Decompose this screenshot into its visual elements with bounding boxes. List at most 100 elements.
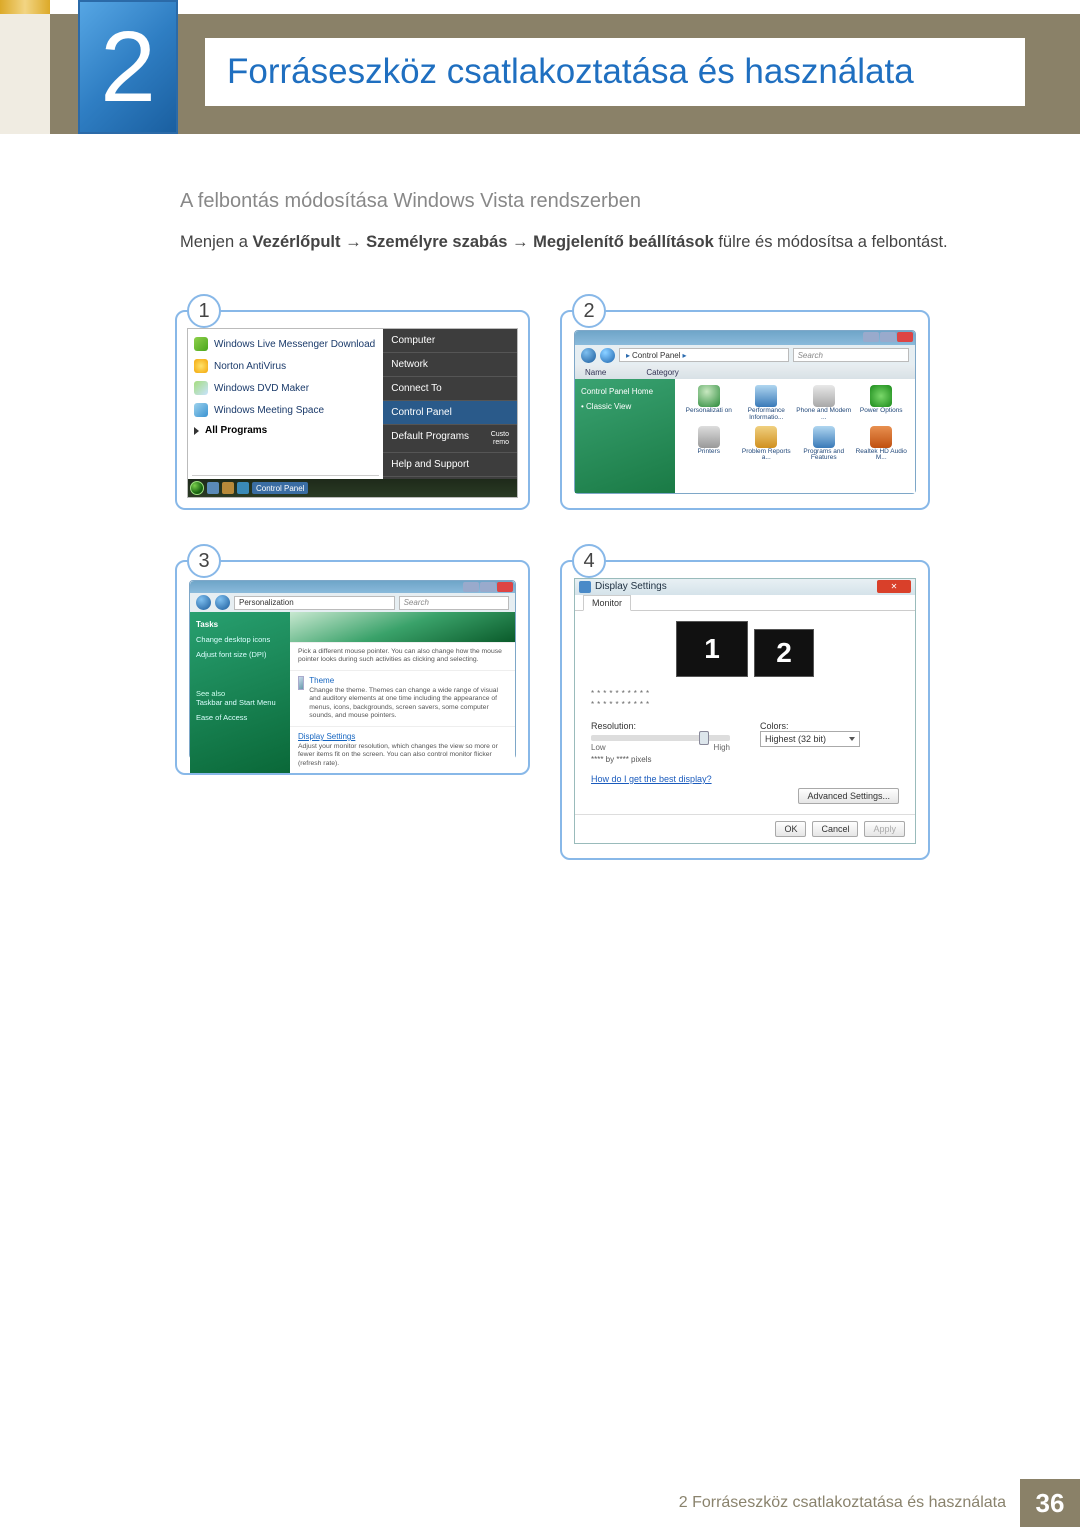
start-item-norton[interactable]: Norton AntiVirus [192, 355, 379, 377]
cancel-button[interactable]: Cancel [812, 821, 858, 837]
cp-item-power[interactable]: Power Options [854, 385, 910, 422]
nav-forward-icon[interactable] [600, 348, 615, 363]
programs-features-icon [813, 426, 835, 448]
link-ease-of-access[interactable]: Ease of Access [196, 713, 284, 722]
dialog-actions: OK Cancel Apply [575, 814, 915, 843]
instr-bold-2: Személyre szabás [366, 233, 507, 251]
start-item-meeting[interactable]: Windows Meeting Space [192, 399, 379, 421]
search-input[interactable]: Search [793, 348, 909, 362]
section-theme[interactable]: Theme Change the theme. Themes can chang… [290, 670, 515, 726]
start-menu-left: Windows Live Messenger Download Norton A… [188, 329, 383, 497]
nav-back-icon[interactable] [581, 348, 596, 363]
section-subheading: A felbontás módosítása Windows Vista ren… [180, 190, 1000, 213]
start-right-default-programs[interactable]: Default Programs Custo remo [383, 425, 517, 453]
minimize-button[interactable] [863, 332, 879, 342]
maximize-button[interactable] [880, 332, 896, 342]
breadcrumb-cp: Control Panel [632, 351, 680, 360]
tab-monitor[interactable]: Monitor [583, 595, 631, 611]
link-change-desktop-icons[interactable]: Change desktop icons [196, 635, 284, 644]
colors-label: Colors: [760, 721, 899, 731]
display-settings-icon [579, 581, 591, 593]
cp-item-problem[interactable]: Problem Reports a... [739, 426, 795, 463]
start-all-programs[interactable]: All Programs [192, 421, 379, 440]
link-adjust-font-size[interactable]: Adjust font size (DPI) [196, 650, 284, 659]
help-link[interactable]: How do I get the best display? [591, 774, 899, 784]
panel-3: 3 Personalization Search Tasks [175, 560, 530, 775]
breadcrumb[interactable]: ▸ Control Panel ▸ [619, 348, 789, 362]
start-item-dvd[interactable]: Windows DVD Maker [192, 377, 379, 399]
breadcrumb-caret: ▸ [683, 351, 687, 360]
cp-label: Power Options [860, 408, 903, 415]
display-settings-heading: Display Settings [298, 732, 507, 741]
cp-item-personalization[interactable]: Personalizati on [681, 385, 737, 422]
start-right-computer[interactable]: Computer [383, 329, 517, 353]
close-button[interactable] [497, 582, 513, 592]
taskbar-control-panel[interactable]: Control Panel [252, 482, 308, 494]
panel-3-number: 3 [187, 544, 221, 578]
nav-back-icon[interactable] [196, 595, 211, 610]
monitor-2[interactable]: 2 [754, 629, 814, 677]
section-display-settings[interactable]: Display Settings Adjust your monitor res… [290, 726, 515, 773]
breadcrumb[interactable]: Personalization [234, 596, 395, 610]
control-panel-window: ▸ Control Panel ▸ Search Name Category C… [574, 330, 916, 494]
content-area: A felbontás módosítása Windows Vista ren… [180, 190, 1000, 254]
monitor-preview[interactable]: 1 2 [591, 621, 899, 677]
close-button[interactable] [877, 580, 911, 593]
messenger-icon [194, 337, 208, 351]
performance-icon [755, 385, 777, 407]
cp-item-printers[interactable]: Printers [681, 426, 737, 463]
taskbar-icon[interactable] [222, 482, 234, 494]
start-right-network[interactable]: Network [383, 353, 517, 377]
cp-item-phone[interactable]: Phone and Modem ... [796, 385, 852, 422]
start-right-connect[interactable]: Connect To [383, 377, 517, 401]
apply-button[interactable]: Apply [864, 821, 905, 837]
personalization-banner [290, 612, 515, 642]
address-bar-row: ▸ Control Panel ▸ Search [575, 345, 915, 365]
cp-classic-view-link[interactable]: Classic View [581, 402, 669, 411]
realtek-audio-icon [870, 426, 892, 448]
start-item-msn[interactable]: Windows Live Messenger Download [192, 333, 379, 355]
theme-thumbnail-icon [298, 676, 304, 690]
advanced-settings-button[interactable]: Advanced Settings... [798, 788, 899, 804]
printers-icon [698, 426, 720, 448]
start-right-control-panel[interactable]: Control Panel [383, 401, 517, 425]
colors-select[interactable]: Highest (32 bit) [760, 731, 860, 747]
start-orb-icon[interactable] [190, 481, 204, 495]
page-footer: 2 Forráseszköz csatlakoztatása és haszná… [0, 1479, 1080, 1527]
cp-item-performance[interactable]: Performance Informatio... [739, 385, 795, 422]
resolution-block: Resolution: Low High **** by **** pixels [591, 721, 730, 764]
link-taskbar-start[interactable]: Taskbar and Start Menu [196, 698, 284, 707]
monitor-1[interactable]: 1 [676, 621, 748, 677]
top-accent [0, 0, 50, 14]
cp-item-programs[interactable]: Programs and Features [796, 426, 852, 463]
power-options-icon [870, 385, 892, 407]
default-programs-sub1: Custo [491, 431, 509, 438]
minimize-button[interactable] [463, 582, 479, 592]
breadcrumb-personalization: Personalization [239, 598, 294, 607]
ok-button[interactable]: OK [775, 821, 806, 837]
colors-value: Highest (32 bit) [765, 734, 826, 744]
col-category[interactable]: Category [646, 368, 678, 377]
taskbar-icon[interactable] [207, 482, 219, 494]
chevron-down-icon [849, 737, 855, 741]
meeting-space-icon [194, 403, 208, 417]
cp-item-realtek[interactable]: Realtek HD Audio M... [854, 426, 910, 463]
start-right-help[interactable]: Help and Support [383, 453, 517, 477]
cp-label: Performance Informatio... [739, 408, 795, 422]
slider-labels: Low High [591, 743, 730, 752]
norton-icon [194, 359, 208, 373]
resolution-slider[interactable] [591, 735, 730, 741]
default-programs-sub2: remo [493, 439, 509, 446]
search-input[interactable]: Search [399, 596, 509, 610]
taskbar-icon[interactable] [237, 482, 249, 494]
nav-forward-icon[interactable] [215, 595, 230, 610]
close-button[interactable] [897, 332, 913, 342]
cp-home-link[interactable]: Control Panel Home [581, 387, 669, 396]
column-header-row: Name Category [575, 365, 915, 379]
slider-thumb[interactable] [699, 731, 709, 745]
instr-suffix: fülre és módosítsa a felbontást. [714, 233, 948, 251]
maximize-button[interactable] [480, 582, 496, 592]
left-margin [0, 134, 50, 1527]
instr-bold-3: Megjelenítő beállítások [533, 233, 714, 251]
col-name[interactable]: Name [585, 368, 606, 377]
